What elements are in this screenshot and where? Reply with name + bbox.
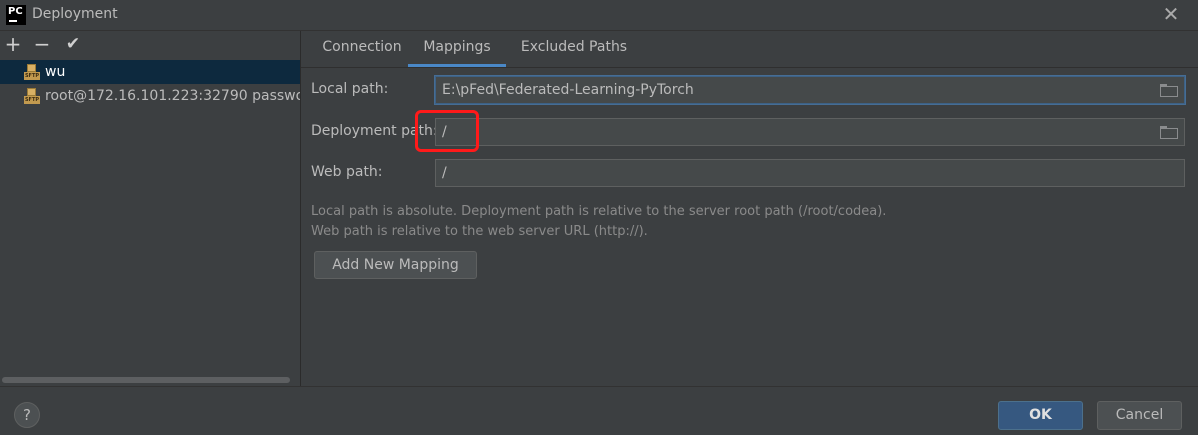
add-server-button[interactable]: +	[2, 33, 24, 55]
remove-server-button[interactable]: −	[31, 33, 53, 55]
deployment-path-input[interactable]	[435, 118, 1185, 146]
local-path-input[interactable]	[435, 76, 1185, 104]
cancel-button[interactable]: Cancel	[1097, 401, 1182, 430]
title-bar: PC Deployment ✕	[0, 0, 1198, 31]
server-item-wu[interactable]: SFTP wu	[0, 60, 300, 84]
add-new-mapping-button[interactable]: Add New Mapping	[314, 251, 477, 279]
sftp-icon: SFTP	[24, 88, 40, 104]
server-label: root@172.16.101.223:32790 password	[45, 88, 300, 104]
server-toolbar: + − ✔	[0, 31, 300, 59]
window-title: Deployment	[32, 6, 118, 22]
pycharm-logo-icon: PC	[6, 5, 26, 25]
sftp-icon: SFTP	[24, 64, 40, 80]
browse-folder-icon[interactable]	[1160, 126, 1178, 139]
mappings-pane: Connection Mappings Excluded Paths Local…	[301, 31, 1198, 386]
tab-excluded-paths[interactable]: Excluded Paths	[514, 31, 634, 67]
web-path-input[interactable]	[435, 159, 1185, 187]
logo-text: PC	[8, 6, 23, 17]
server-item-root[interactable]: SFTP root@172.16.101.223:32790 password	[0, 84, 300, 108]
horizontal-scrollbar[interactable]	[2, 377, 290, 383]
path-hint-line-2: Web path is relative to the web server U…	[311, 224, 648, 239]
close-icon[interactable]: ✕	[1160, 2, 1182, 26]
path-hint-line-1: Local path is absolute. Deployment path …	[311, 204, 887, 219]
local-path-label: Local path:	[311, 81, 389, 97]
web-path-label: Web path:	[311, 164, 383, 180]
tab-mappings[interactable]: Mappings	[408, 31, 506, 67]
server-list: SFTP wu SFTP root@172.16.101.223:32790 p…	[0, 60, 300, 108]
tab-bar: Connection Mappings Excluded Paths	[301, 31, 1198, 68]
help-button[interactable]: ?	[14, 402, 40, 428]
apply-check-icon[interactable]: ✔	[62, 33, 84, 55]
browse-folder-icon[interactable]	[1160, 84, 1178, 97]
tab-connection[interactable]: Connection	[309, 31, 415, 67]
ok-button[interactable]: OK	[998, 401, 1083, 430]
server-label: wu	[45, 64, 66, 80]
highlight-annotation-box	[415, 110, 479, 152]
dialog-footer: ? OK Cancel	[0, 386, 1198, 435]
server-list-pane: + − ✔ SFTP wu SFTP root@172.16.101.223:3…	[0, 31, 301, 386]
